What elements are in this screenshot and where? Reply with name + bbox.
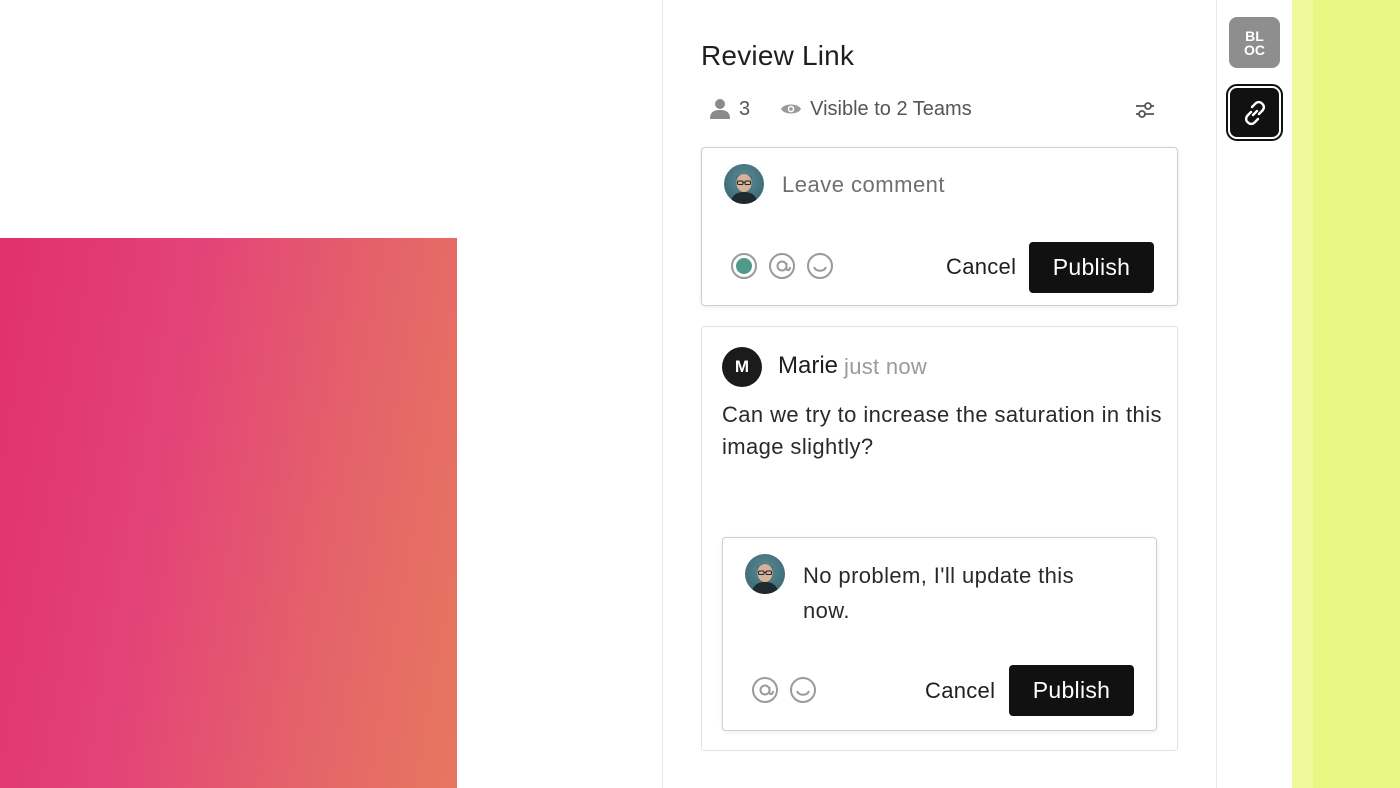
author-avatar: M: [722, 347, 762, 387]
eye-icon: [781, 104, 802, 114]
reply-tools: [751, 676, 827, 704]
artwork-image[interactable]: [0, 238, 457, 788]
comment-input[interactable]: [782, 168, 1142, 202]
comment-body: Can we try to increase the saturation in…: [722, 402, 1162, 459]
reply-input[interactable]: No problem, I'll update this now.: [803, 558, 1103, 628]
composer-publish-button[interactable]: Publish: [1029, 242, 1154, 293]
filter-button[interactable]: [1131, 96, 1159, 124]
panel-title: Review Link: [701, 40, 855, 71]
user-avatar: [724, 164, 764, 204]
background-strip-edge: [1313, 0, 1400, 788]
emoji-icon: [790, 677, 816, 703]
reply-composer: No problem, I'll update this now. Cancel…: [722, 537, 1157, 731]
person-icon: [710, 99, 730, 119]
comment-timestamp: just now: [844, 354, 928, 379]
composer-cancel-button[interactable]: Cancel: [946, 254, 1016, 280]
emoji-button[interactable]: [806, 252, 834, 280]
emoji-icon: [807, 253, 833, 279]
visibility-info[interactable]: Visible to 2 Teams: [780, 98, 972, 121]
reply-publish-button[interactable]: Publish: [1009, 665, 1134, 716]
comment-thread: M Marie just now Can we try to increase …: [701, 326, 1178, 751]
badge-line-1: BL: [1245, 27, 1264, 44]
canvas-area: [0, 0, 662, 788]
badge-line-2: OC: [1244, 41, 1265, 58]
mention-icon: [769, 253, 795, 279]
filter-icon: [1136, 102, 1154, 118]
background-strip: [1292, 0, 1313, 788]
participants-count[interactable]: 3: [709, 98, 750, 121]
reply-user-avatar: [745, 554, 785, 594]
reply-emoji-button[interactable]: [789, 676, 817, 704]
link-icon: [1244, 100, 1265, 125]
visibility-label: Visible to 2 Teams: [810, 97, 972, 120]
participants-count-label: 3: [739, 97, 751, 120]
review-link-button[interactable]: [1226, 84, 1283, 141]
review-panel: Review Link 3 Visible to 2 Teams Leave c…: [662, 0, 1217, 788]
reply-cancel-button[interactable]: Cancel: [925, 678, 995, 704]
meta-row: 3 Visible to 2 Teams: [709, 94, 1159, 124]
comment-composer: Cancel Publish: [701, 147, 1178, 306]
right-rail: BL OC: [1217, 0, 1292, 788]
workspace-badge[interactable]: BL OC: [1229, 17, 1280, 68]
reply-mention-button[interactable]: [751, 676, 779, 704]
status-dot-icon: [731, 253, 757, 279]
mention-icon: [752, 677, 778, 703]
mention-button[interactable]: [768, 252, 796, 280]
composer-tools: [730, 252, 844, 280]
status-toggle[interactable]: [730, 252, 758, 280]
comment-author: Marie: [778, 352, 839, 379]
